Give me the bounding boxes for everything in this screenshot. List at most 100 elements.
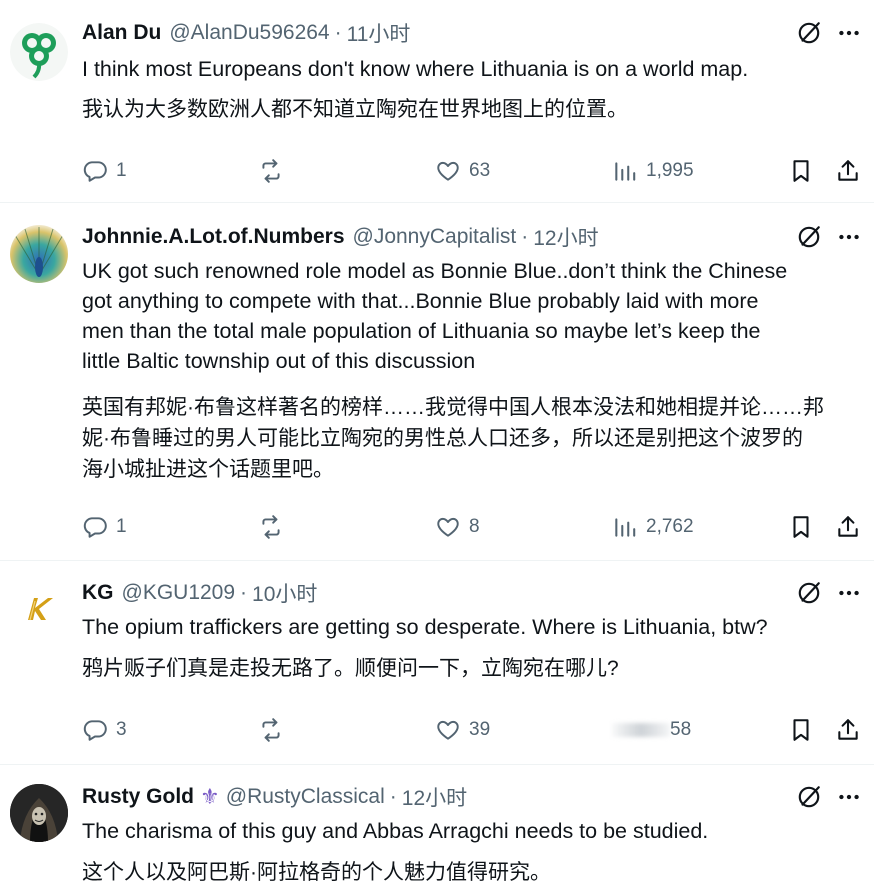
action-bar: 1 8 2,762	[0, 512, 874, 542]
text-line: 妮·布鲁睡过的男人可能比立陶宛的男性总人口还多，所以还是别把这个波罗的	[82, 427, 803, 450]
like-icon	[435, 717, 461, 743]
repost-button[interactable]	[258, 156, 284, 186]
share-button[interactable]	[835, 512, 861, 542]
reply-count: 3	[116, 719, 127, 740]
more-options-icon[interactable]	[836, 784, 862, 810]
action-bar: 3 39 58	[0, 715, 874, 745]
reply-count: 1	[116, 160, 127, 181]
separator-dot: ·	[240, 581, 248, 604]
grok-icon[interactable]	[796, 20, 822, 46]
repost-icon	[258, 158, 284, 184]
fleur-de-lis-emoji: ⚜	[200, 784, 220, 809]
bookmark-button[interactable]	[788, 715, 814, 745]
peacock-avatar[interactable]	[10, 225, 68, 283]
like-icon	[435, 158, 461, 184]
text-line: little Baltic township out of this discu…	[82, 349, 476, 373]
divider	[0, 202, 874, 203]
divider	[0, 560, 874, 561]
text-line: got anything to compete with that...Bonn…	[82, 289, 759, 313]
share-icon	[835, 158, 861, 184]
user-handle[interactable]: @AlanDu596264	[169, 21, 329, 45]
post-time[interactable]: 12小时	[402, 782, 467, 812]
post-header: Alan Du @AlanDu596264 · 11小时	[82, 18, 410, 48]
user-handle[interactable]: @KGU1209	[122, 581, 236, 605]
post[interactable]: Rusty Gold ⚜ @RustyClassical · 12小时 The …	[0, 782, 874, 894]
views-icon	[612, 158, 638, 184]
post-header: KG @KGU1209 · 10小时	[82, 578, 317, 608]
more-options-icon[interactable]	[836, 224, 862, 250]
display-name[interactable]: Johnnie.A.Lot.of.Numbers	[82, 225, 345, 249]
reply-icon	[82, 717, 108, 743]
bookmark-button[interactable]	[788, 156, 814, 186]
grok-icon[interactable]	[796, 224, 822, 250]
shamrock-avatar[interactable]	[10, 23, 68, 81]
post-text-zh: 我认为大多数欧洲人都不知道立陶宛在世界地图上的位置。	[82, 98, 628, 121]
share-icon	[835, 717, 861, 743]
reply-button[interactable]: 1	[82, 156, 127, 186]
text-line: UK got such renowned role model as Bonni…	[82, 259, 788, 283]
view-count: 2,762	[646, 516, 694, 537]
post-text-en: I think most Europeans don't know where …	[82, 57, 749, 81]
separator-dot: ·	[334, 21, 342, 44]
like-count: 63	[469, 160, 491, 181]
like-count: 8	[469, 516, 480, 537]
hooded-figure-avatar[interactable]	[10, 784, 68, 842]
post-time[interactable]: 12小时	[533, 222, 598, 252]
post-text-zh: 这个人以及阿巴斯·阿拉格奇的个人魅力值得研究。	[82, 861, 551, 884]
bookmark-icon	[788, 158, 814, 184]
post-text-zh: 英国有邦妮·布鲁这样著名的榜样……我觉得中国人根本没法和她相提并论……邦 妮·布…	[82, 392, 862, 485]
share-icon	[835, 514, 861, 540]
bookmark-icon	[788, 514, 814, 540]
gold-k-logo-avatar[interactable]	[10, 580, 68, 638]
view-count: 58	[670, 719, 692, 740]
views-button[interactable]: 1,995	[612, 156, 694, 186]
post[interactable]: KG @KGU1209 · 10小时 The opium traffickers…	[0, 578, 874, 764]
views-icon	[612, 514, 638, 540]
action-bar: 1 63 1,995	[0, 156, 874, 186]
post-time[interactable]: 11小时	[347, 18, 411, 48]
display-name[interactable]: KG	[82, 581, 114, 605]
user-handle[interactable]: @JonnyCapitalist	[353, 225, 517, 249]
repost-button[interactable]	[258, 512, 284, 542]
post-text-zh: 鸦片贩子们真是走投无路了。顺便问一下，立陶宛在哪儿?	[82, 657, 619, 680]
display-name[interactable]: Rusty Gold	[82, 785, 194, 809]
divider	[0, 764, 874, 765]
reply-count: 1	[116, 516, 127, 537]
like-button[interactable]: 8	[435, 512, 480, 542]
more-options-icon[interactable]	[836, 580, 862, 606]
bookmark-button[interactable]	[788, 512, 814, 542]
bookmark-icon	[788, 717, 814, 743]
post-text-en: The opium traffickers are getting so des…	[82, 615, 768, 639]
more-options-icon[interactable]	[836, 20, 862, 46]
post[interactable]: Alan Du @AlanDu596264 · 11小时 I think mos…	[0, 18, 874, 203]
text-line: 英国有邦妮·布鲁这样著名的榜样……我觉得中国人根本没法和她相提并论……邦	[82, 396, 824, 419]
like-button[interactable]: 39	[435, 715, 490, 745]
views-button[interactable]: 2,762	[612, 512, 694, 542]
post-text-en: The charisma of this guy and Abbas Arrag…	[82, 819, 709, 843]
view-count: 1,995	[646, 160, 694, 181]
like-icon	[435, 514, 461, 540]
reply-button[interactable]: 1	[82, 512, 127, 542]
reply-icon	[82, 514, 108, 540]
views-button[interactable]: 58	[612, 715, 691, 745]
post-text-en: UK got such renowned role model as Bonni…	[82, 256, 852, 376]
text-line: 海小城扯进这个话题里吧。	[82, 458, 334, 481]
reply-icon	[82, 158, 108, 184]
like-count: 39	[469, 719, 491, 740]
reply-button[interactable]: 3	[82, 715, 127, 745]
share-button[interactable]	[835, 156, 861, 186]
post-header: Johnnie.A.Lot.of.Numbers @JonnyCapitalis…	[82, 222, 599, 252]
separator-dot: ·	[389, 785, 397, 808]
share-button[interactable]	[835, 715, 861, 745]
post-time[interactable]: 10小时	[252, 578, 317, 608]
grok-icon[interactable]	[796, 580, 822, 606]
repost-button[interactable]	[258, 715, 284, 745]
user-handle[interactable]: @RustyClassical	[226, 785, 385, 809]
separator-dot: ·	[521, 225, 529, 248]
grok-icon[interactable]	[796, 784, 822, 810]
text-line: men than the total male population of Li…	[82, 319, 761, 343]
display-name[interactable]: Alan Du	[82, 21, 161, 45]
post[interactable]: Johnnie.A.Lot.of.Numbers @JonnyCapitalis…	[0, 222, 874, 562]
blurred-area	[612, 723, 670, 737]
like-button[interactable]: 63	[435, 156, 490, 186]
